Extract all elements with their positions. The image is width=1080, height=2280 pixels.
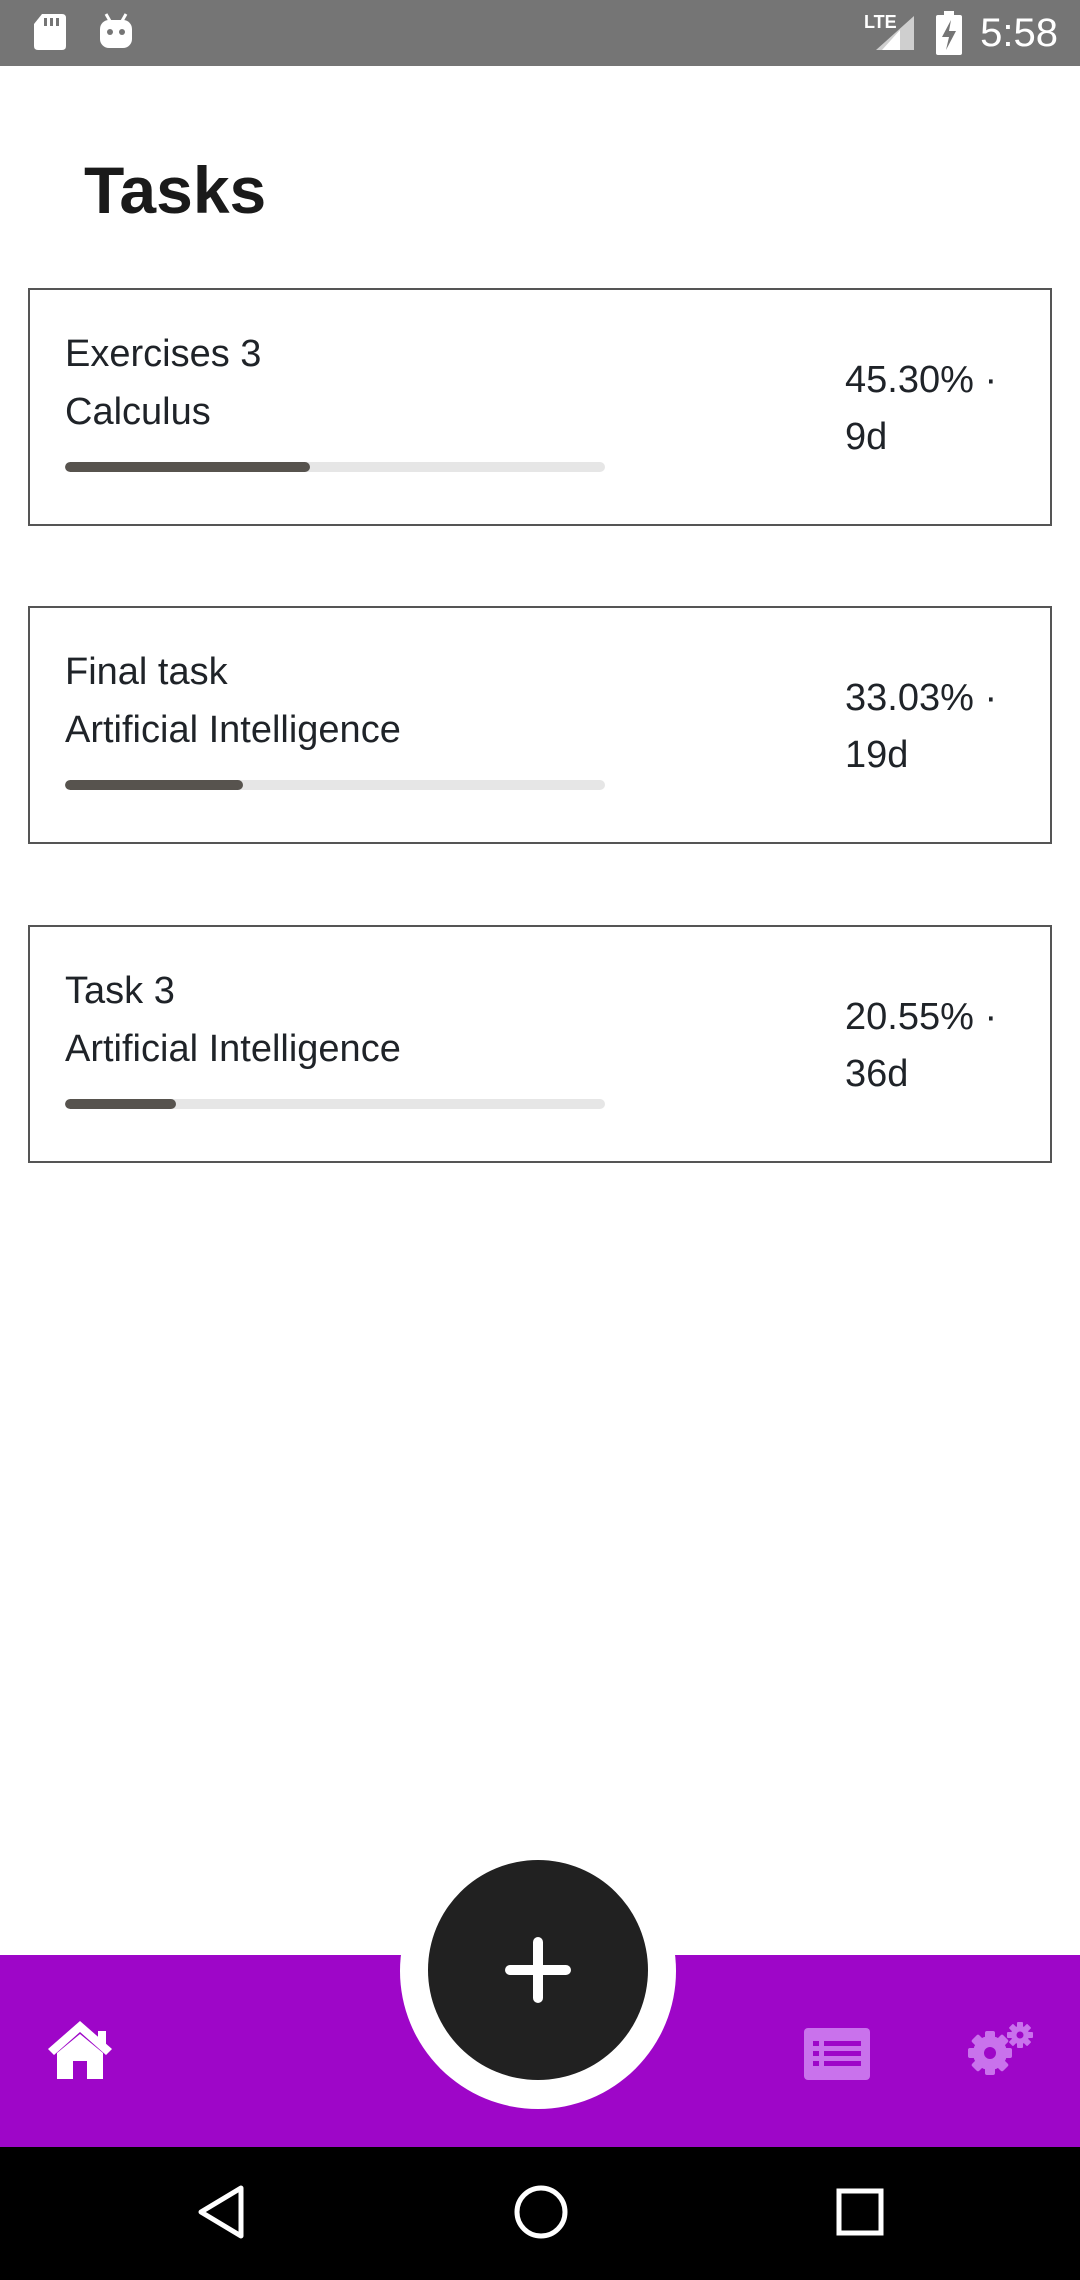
nav-settings-button[interactable] — [964, 2019, 1036, 2084]
task-percent: 45.30% · — [845, 359, 998, 401]
task-card[interactable]: Final task Artificial Intelligence 33.03… — [28, 606, 1052, 844]
plus-icon — [505, 1937, 571, 2003]
task-days-left: 19d — [845, 734, 909, 776]
nav-list-button[interactable] — [803, 2027, 871, 2086]
recents-icon — [836, 2188, 884, 2236]
progress-fill — [65, 780, 244, 790]
system-back-button[interactable] — [195, 2183, 247, 2246]
back-icon — [198, 2185, 244, 2239]
home-icon — [48, 2021, 112, 2079]
system-recents-button[interactable] — [834, 2183, 886, 2246]
task-name: Exercises 3 — [65, 333, 262, 375]
task-meta: 20.55% · 36d — [845, 989, 1025, 1103]
task-percent: 20.55% · — [845, 996, 998, 1038]
progress-bar — [65, 780, 605, 790]
battery-charging-icon — [936, 11, 962, 55]
nav-home-button[interactable] — [44, 2017, 116, 2088]
add-task-button[interactable] — [428, 1860, 648, 2080]
progress-fill — [65, 1099, 176, 1109]
list-icon — [804, 2028, 870, 2080]
task-percent: 33.03% · — [845, 677, 998, 719]
android-debug-icon — [100, 13, 132, 48]
task-subject: Artificial Intelligence — [65, 709, 401, 751]
task-meta: 33.03% · 19d — [845, 670, 1025, 784]
progress-bar — [65, 462, 605, 472]
lte-signal-icon — [876, 16, 914, 50]
task-days-left: 36d — [845, 1053, 909, 1095]
task-subject: Calculus — [65, 391, 211, 433]
system-home-button[interactable] — [513, 2183, 569, 2246]
page-title: Tasks — [84, 153, 267, 227]
settings-icon — [968, 2022, 1033, 2075]
task-days-left: 9d — [845, 416, 888, 458]
task-card[interactable]: Exercises 3 Calculus 45.30% · 9d — [28, 288, 1052, 526]
home-circle-icon — [514, 2185, 568, 2239]
sd-card-icon — [34, 14, 66, 50]
clock: 5:58 — [980, 11, 1058, 55]
task-card[interactable]: Task 3 Artificial Intelligence 20.55% · … — [28, 925, 1052, 1163]
progress-bar — [65, 1099, 605, 1109]
task-subject: Artificial Intelligence — [65, 1028, 401, 1070]
task-name: Task 3 — [65, 970, 175, 1012]
system-nav-bar — [0, 2147, 1080, 2280]
status-bar: LTE 5:58 — [0, 0, 1080, 66]
task-name: Final task — [65, 651, 228, 693]
progress-fill — [65, 462, 310, 472]
task-meta: 45.30% · 9d — [845, 352, 1025, 466]
